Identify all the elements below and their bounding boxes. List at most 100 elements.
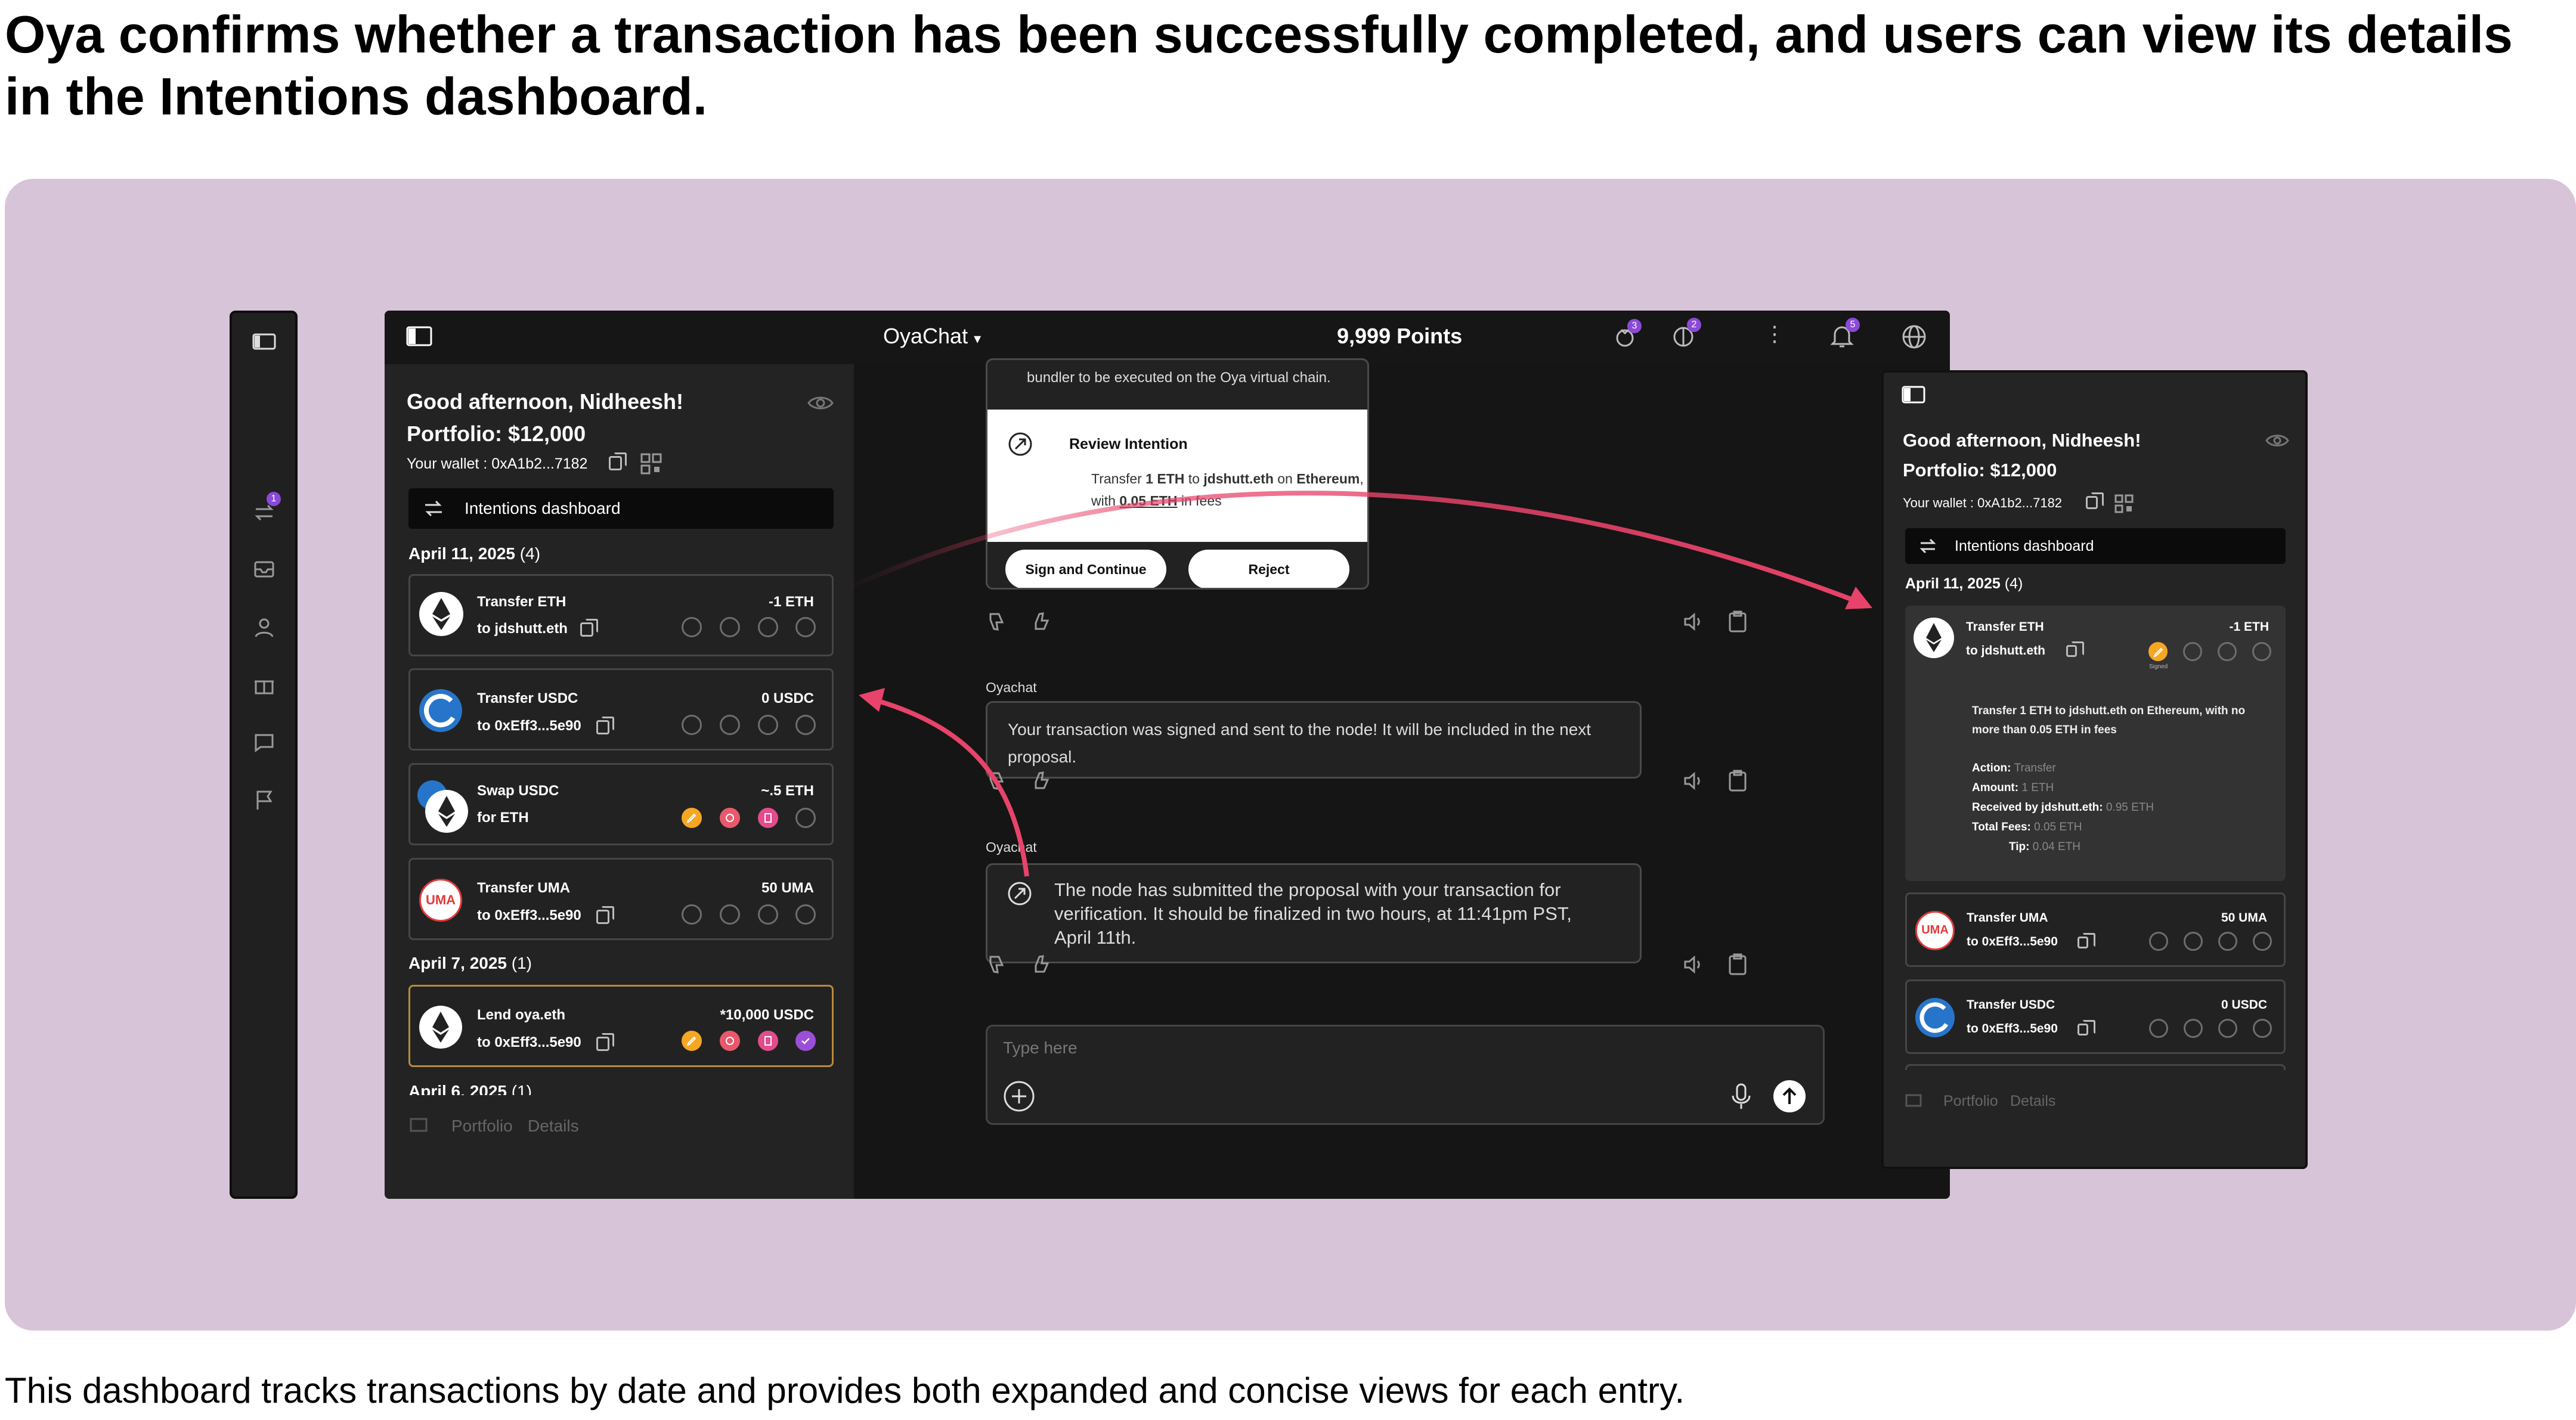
expanded-dashboard-panel: Good afternoon, Nidheesh! Portfolio: $12… — [1881, 370, 2308, 1169]
portfolio-value: Portfolio: $12,000 — [407, 421, 586, 446]
inbox-icon[interactable] — [252, 557, 276, 581]
tab-portfolio[interactable]: Portfolio — [451, 1117, 513, 1136]
finalized-status-icon — [795, 1031, 816, 1051]
clipped-card-edge — [1905, 1064, 2286, 1070]
check-status-icon — [2253, 932, 2272, 951]
qr-code-icon[interactable] — [640, 452, 662, 475]
check-status-icon — [795, 904, 816, 925]
swap-arrows-icon — [425, 500, 442, 517]
copy-icon[interactable] — [2077, 1020, 2095, 1035]
send-button[interactable] — [1773, 1080, 1806, 1112]
copy-icon[interactable] — [2066, 641, 2084, 657]
greeting: Good afternoon, Nidheesh! — [407, 389, 683, 414]
clipboard-icon[interactable] — [1728, 610, 1747, 633]
copy-icon[interactable] — [596, 906, 614, 924]
thumbs-down-icon[interactable] — [986, 612, 1007, 633]
flag-icon[interactable] — [252, 788, 276, 812]
tx-amount: ~.5 ETH — [761, 783, 814, 799]
eye-icon[interactable] — [807, 394, 834, 412]
chat-area: bundler to be executed on the Oya virtua… — [854, 358, 1950, 1199]
dashboard-label: Intentions dashboard — [465, 499, 621, 517]
transaction-card[interactable]: Swap USDC for ETH ~.5 ETH — [408, 763, 834, 845]
more-menu-icon[interactable]: ⋮ — [1764, 321, 1785, 346]
brain-badge: 2 — [1687, 318, 1701, 332]
tx-title: Lend oya.eth — [477, 1007, 566, 1023]
swap-arrows-icon — [1919, 538, 1936, 554]
tab-details[interactable]: Details — [528, 1117, 579, 1136]
speaker-icon[interactable] — [1683, 611, 1704, 633]
transaction-card[interactable]: Lend oya.eth to 0xEff3...5e90 *10,000 US… — [408, 985, 834, 1067]
bell-badge: 5 — [1846, 318, 1860, 332]
microphone-icon[interactable] — [1729, 1083, 1753, 1110]
sidebar-toggle-icon[interactable] — [1902, 386, 1925, 404]
transaction-card[interactable]: Transfer USDC to 0xEff3...5e90 0 USDC — [1905, 979, 2286, 1054]
transaction-card[interactable]: UMA Transfer UMA to 0xEff3...5e90 50 UMA — [1905, 892, 2286, 967]
tx-summary: Transfer 1 ETH to jdshutt.eth on Ethereu… — [1972, 705, 2246, 736]
proposal-status-icon — [2218, 1019, 2237, 1038]
thumbs-up-icon[interactable] — [1031, 769, 1052, 790]
sidebar-toggle-icon[interactable] — [406, 326, 432, 346]
proposal-status-icon — [758, 904, 778, 925]
intentions-dashboard-button[interactable]: Intentions dashboard — [408, 488, 834, 529]
thumbs-down-icon[interactable] — [986, 954, 1007, 976]
sign-status-icon — [2149, 932, 2168, 951]
intentions-dashboard-button[interactable]: Intentions dashboard — [1905, 528, 2286, 564]
tx-recipient: to 0xEff3...5e90 — [477, 1034, 581, 1050]
greeting: Good afternoon, Nidheesh! — [1903, 430, 2141, 451]
thumbs-up-icon[interactable] — [1031, 610, 1052, 631]
submit-status-icon — [2184, 1019, 2203, 1038]
chat-message: Your transaction was signed and sent to … — [986, 701, 1642, 779]
transaction-card[interactable]: UMA Transfer UMA to 0xEff3...5e90 50 UMA — [408, 858, 834, 940]
proposal-status-icon — [758, 715, 778, 735]
check-status-icon — [2252, 642, 2271, 661]
copy-icon[interactable] — [596, 1033, 614, 1051]
transaction-card[interactable]: Transfer ETH to jdshutt.eth -1 ETH — [408, 574, 834, 656]
eye-icon[interactable] — [2265, 432, 2289, 449]
portfolio-tab-icon — [1905, 1094, 1922, 1107]
review-card: Review Intention Transfer 1 ETH to jdshu… — [987, 410, 1367, 542]
thumbs-down-icon[interactable] — [986, 771, 1007, 792]
ethereum-icon — [1914, 618, 1954, 658]
gift-icon[interactable] — [252, 673, 276, 697]
message-text: Your transaction was signed and sent to … — [1008, 720, 1592, 766]
globe-icon[interactable] — [1901, 324, 1927, 350]
tx-amount: *10,000 USDC — [720, 1007, 814, 1023]
thumbs-up-icon[interactable] — [1031, 953, 1052, 974]
reject-button[interactable]: Reject — [1188, 550, 1349, 588]
qr-code-icon[interactable] — [2114, 494, 2134, 514]
speaker-icon[interactable] — [1683, 770, 1704, 792]
message-input[interactable]: Type here — [1003, 1038, 1078, 1058]
speaker-icon[interactable] — [1683, 954, 1704, 975]
sign-and-continue-button[interactable]: Sign and Continue — [1005, 550, 1166, 588]
uma-icon: UMA — [419, 879, 462, 922]
message-composer[interactable]: Type here — [986, 1025, 1825, 1125]
transaction-card[interactable]: Transfer USDC to 0xEff3...5e90 0 USDC — [408, 668, 834, 751]
copy-icon[interactable] — [2086, 492, 2104, 509]
copy-icon[interactable] — [596, 717, 614, 734]
signed-status-icon — [682, 808, 702, 828]
clipboard-icon[interactable] — [1728, 953, 1747, 976]
app-name-dropdown[interactable]: OyaChat ▾ — [883, 324, 981, 349]
proposal-status-icon — [758, 808, 778, 828]
tab-portfolio[interactable]: Portfolio — [1943, 1093, 1998, 1110]
chat-icon[interactable] — [252, 730, 276, 754]
submit-status-icon — [720, 715, 740, 735]
date-group-header: April 11, 2025 (4) — [408, 544, 541, 563]
tab-details[interactable]: Details — [2010, 1093, 2055, 1110]
tx-amount: -1 ETH — [2229, 620, 2269, 634]
clipboard-icon[interactable] — [1728, 770, 1747, 792]
collapsed-nav-rail: 1 — [230, 311, 298, 1199]
sign-status-icon — [682, 904, 702, 925]
copy-icon[interactable] — [609, 452, 627, 470]
copy-icon[interactable] — [580, 619, 598, 637]
uma-icon: UMA — [1915, 911, 1955, 950]
plus-icon[interactable] — [1003, 1080, 1035, 1112]
user-icon[interactable] — [252, 615, 276, 639]
proposal-status-icon — [2218, 932, 2237, 951]
status-label: Signed — [2149, 664, 2168, 670]
tx-recipient: to jdshutt.eth — [1966, 644, 2045, 658]
expanded-transaction-card[interactable]: Transfer ETH to jdshutt.eth -1 ETH Signe… — [1905, 606, 2286, 881]
submit-status-icon — [2184, 932, 2203, 951]
copy-icon[interactable] — [2077, 933, 2095, 948]
panel-toggle-icon[interactable] — [252, 330, 276, 354]
